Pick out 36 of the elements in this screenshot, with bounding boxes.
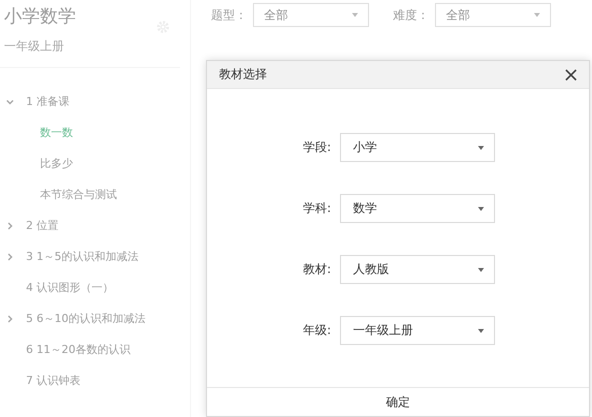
close-icon[interactable] [565, 68, 577, 80]
caret-icon [478, 146, 484, 150]
field-label: 教材: [302, 261, 331, 278]
chevron-right-icon[interactable] [6, 252, 14, 260]
caret-icon [352, 13, 358, 17]
chapter-item[interactable]: 1 准备课 [26, 94, 70, 109]
section-item[interactable]: 本节综合与测试 [0, 179, 190, 210]
filter-label: 难度： [393, 6, 429, 24]
filter-select[interactable]: 全部 [253, 3, 369, 27]
section-item[interactable]: 数一数 [0, 117, 190, 148]
chevron-right-icon[interactable] [6, 222, 14, 230]
chapter-item[interactable]: 5 6～10的认识和加减法 [26, 311, 146, 326]
filter-label: 题型： [211, 6, 247, 24]
field-label: 学科: [302, 200, 331, 217]
dropdown-select[interactable]: 数学 [340, 194, 495, 223]
course-title: 小学数学 [4, 5, 76, 28]
chevron-down-icon[interactable] [6, 98, 14, 106]
field-label: 学段: [302, 139, 331, 156]
chevron-right-icon[interactable] [6, 314, 14, 322]
field-label: 年级: [302, 322, 331, 339]
dialog-title: 教材选择 [219, 66, 267, 83]
caret-icon [534, 13, 540, 17]
grade-label: 一年级上册 [4, 38, 65, 55]
dropdown-select[interactable]: 小学 [340, 133, 495, 162]
chapter-item[interactable]: 3 1～5的认识和加减法 [26, 249, 138, 264]
caret-icon [478, 328, 484, 332]
section-item[interactable]: 比多少 [0, 148, 190, 179]
chapter-item[interactable]: 2 位置 [26, 218, 58, 233]
dropdown-select[interactable]: 一年级上册 [340, 316, 495, 345]
caret-icon [478, 268, 484, 272]
chapter-item[interactable]: 7 认识钟表 [26, 373, 80, 388]
filter-select[interactable]: 全部 [435, 3, 551, 27]
chapter-item[interactable]: 6 11～20各数的认识 [26, 342, 130, 357]
chapter-item[interactable]: 4 认识图形（一） [26, 280, 114, 295]
dropdown-select[interactable]: 人教版 [340, 255, 495, 284]
caret-icon [478, 206, 484, 210]
